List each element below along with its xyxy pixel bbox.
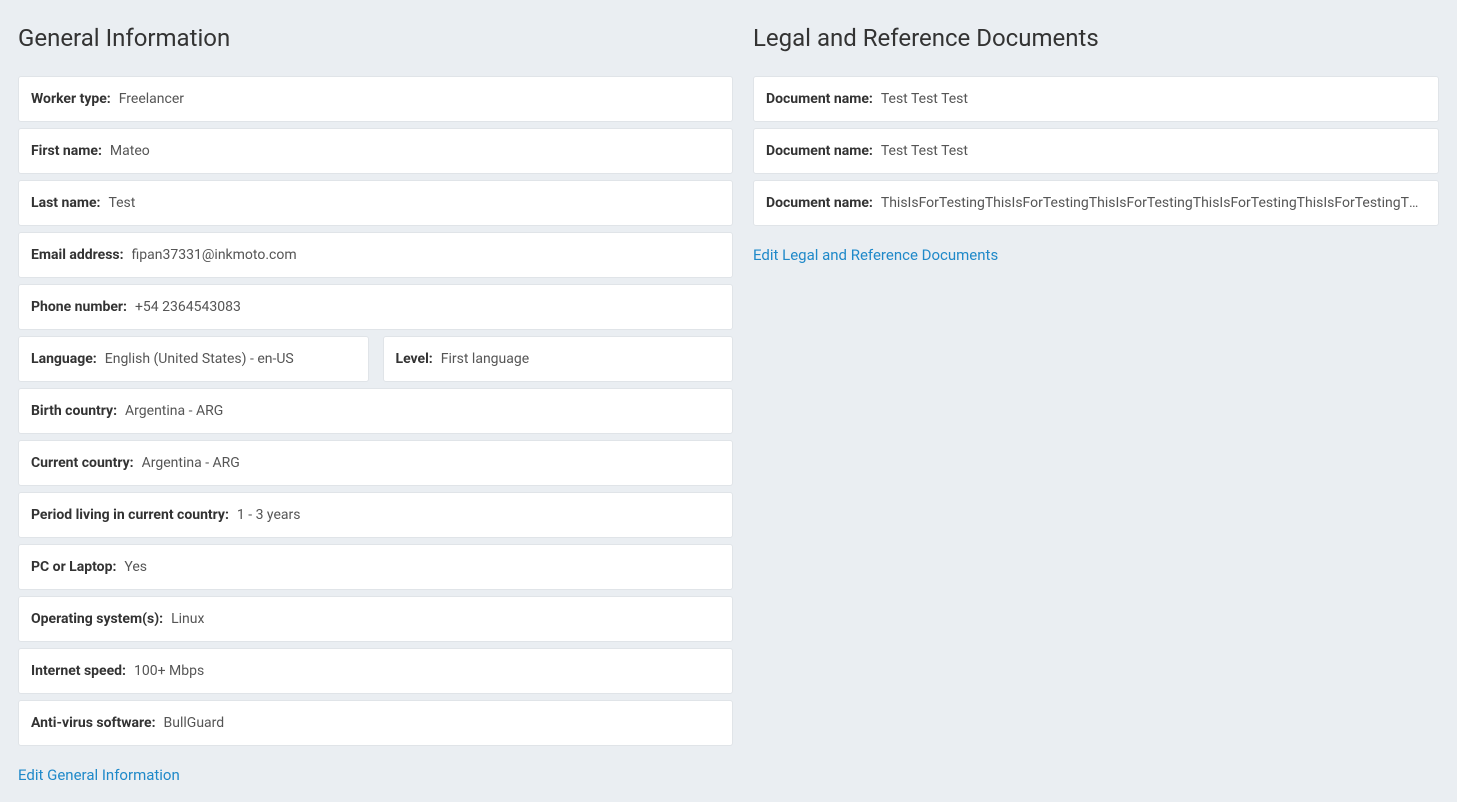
label-first-name: First name: (31, 143, 102, 159)
field-pc-laptop: PC or Laptop: Yes (18, 544, 733, 590)
documents-section: Legal and Reference Documents Document n… (753, 18, 1439, 784)
field-phone: Phone number: +54 2364543083 (18, 284, 733, 330)
value-internet-speed: 100+ Mbps (134, 663, 204, 679)
field-current-country: Current country: Argentina - ARG (18, 440, 733, 486)
value-first-name: Mateo (110, 143, 150, 159)
label-worker-type: Worker type: (31, 91, 111, 107)
label-document-name: Document name: (766, 91, 873, 107)
value-os: Linux (171, 611, 204, 627)
field-os: Operating system(s): Linux (18, 596, 733, 642)
field-first-name: First name: Mateo (18, 128, 733, 174)
label-last-name: Last name: (31, 195, 100, 211)
value-phone: +54 2364543083 (135, 299, 241, 315)
value-last-name: Test (108, 195, 135, 211)
value-pc-laptop: Yes (124, 559, 147, 575)
label-phone: Phone number: (31, 299, 127, 315)
value-level: First language (441, 351, 529, 367)
label-current-country: Current country: (31, 455, 134, 471)
value-document-name: ThisIsForTestingThisIsForTestingThisIsFo… (881, 195, 1426, 211)
label-email: Email address: (31, 247, 124, 263)
label-language: Language: (31, 351, 97, 367)
value-birth-country: Argentina - ARG (125, 403, 223, 419)
value-language: English (United States) - en-US (105, 351, 294, 367)
field-last-name: Last name: Test (18, 180, 733, 226)
value-worker-type: Freelancer (119, 91, 184, 107)
field-birth-country: Birth country: Argentina - ARG (18, 388, 733, 434)
label-period-living: Period living in current country: (31, 507, 229, 523)
value-antivirus: BullGuard (164, 715, 225, 731)
value-current-country: Argentina - ARG (142, 455, 240, 471)
label-os: Operating system(s): (31, 611, 163, 627)
field-worker-type: Worker type: Freelancer (18, 76, 733, 122)
field-level: Level: First language (383, 336, 734, 382)
label-internet-speed: Internet speed: (31, 663, 126, 679)
field-antivirus: Anti-virus software: BullGuard (18, 700, 733, 746)
edit-documents-link[interactable]: Edit Legal and Reference Documents (753, 246, 998, 264)
field-period-living: Period living in current country: 1 - 3 … (18, 492, 733, 538)
label-document-name: Document name: (766, 143, 873, 159)
document-row: Document name: Test Test Test (753, 128, 1439, 174)
edit-general-information-link[interactable]: Edit General Information (18, 766, 180, 784)
document-row: Document name: ThisIsForTestingThisIsFor… (753, 180, 1439, 226)
general-information-section: General Information Worker type: Freelan… (18, 18, 733, 784)
value-period-living: 1 - 3 years (237, 507, 301, 523)
value-document-name: Test Test Test (881, 91, 968, 107)
label-antivirus: Anti-virus software: (31, 715, 156, 731)
label-birth-country: Birth country: (31, 403, 117, 419)
label-document-name: Document name: (766, 195, 873, 211)
field-internet-speed: Internet speed: 100+ Mbps (18, 648, 733, 694)
value-email: fipan37331@inkmoto.com (132, 247, 297, 263)
label-level: Level: (396, 351, 433, 367)
field-email: Email address: fipan37331@inkmoto.com (18, 232, 733, 278)
general-information-title: General Information (18, 18, 733, 52)
documents-title: Legal and Reference Documents (753, 18, 1439, 52)
document-row: Document name: Test Test Test (753, 76, 1439, 122)
value-document-name: Test Test Test (881, 143, 968, 159)
label-pc-laptop: PC or Laptop: (31, 559, 116, 575)
field-language: Language: English (United States) - en-U… (18, 336, 369, 382)
